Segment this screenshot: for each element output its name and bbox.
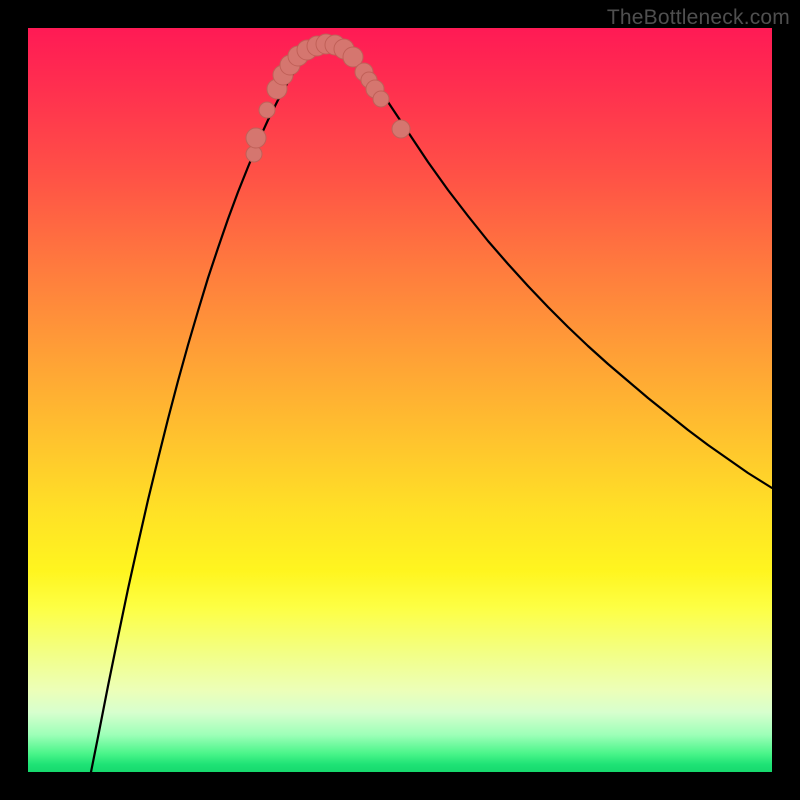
curve-marker <box>246 128 266 148</box>
chart-svg <box>28 28 772 772</box>
curve-markers <box>246 34 410 162</box>
curve-marker <box>373 91 389 107</box>
curve-marker <box>259 102 275 118</box>
bottleneck-curve <box>91 43 772 772</box>
chart-frame: TheBottleneck.com <box>0 0 800 800</box>
watermark-text: TheBottleneck.com <box>607 6 790 30</box>
curve-marker <box>392 120 410 138</box>
curve-marker <box>246 146 262 162</box>
